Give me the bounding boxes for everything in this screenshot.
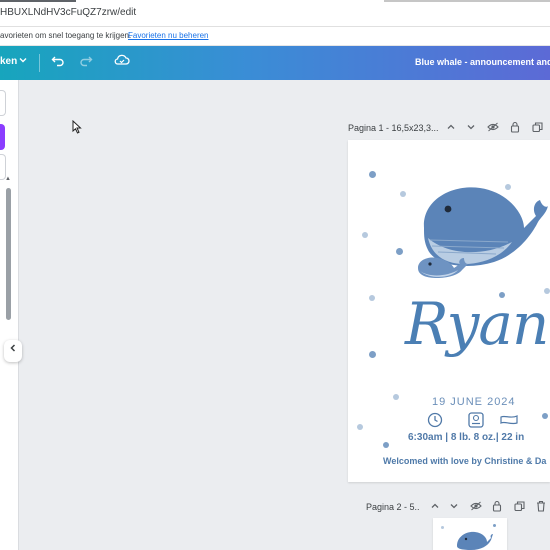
editor-topbar: ken Blue whale - announcement and bbox=[0, 46, 550, 80]
page-2-canvas[interactable] bbox=[433, 518, 507, 550]
url-text[interactable]: HBUXLNdHV3cFuQZ7zrw/edit bbox=[0, 7, 136, 18]
chevron-up-icon[interactable] bbox=[430, 501, 440, 515]
duplicate-icon[interactable] bbox=[532, 122, 543, 137]
panel-active-tool-button[interactable] bbox=[0, 124, 5, 150]
lock-icon[interactable] bbox=[492, 500, 502, 516]
decor-dot bbox=[369, 171, 376, 178]
duplicate-icon[interactable] bbox=[514, 501, 525, 516]
decor-dot bbox=[369, 295, 375, 301]
chevron-left-icon bbox=[10, 344, 16, 352]
mouse-pointer-icon bbox=[72, 119, 82, 139]
whale-illustration-small bbox=[457, 531, 493, 550]
page-2-title[interactable]: Pagina 2 - 5.. bbox=[366, 502, 420, 512]
manage-favorites-link[interactable]: Favorieten nu beheren bbox=[128, 31, 209, 40]
baby-name[interactable]: Ryan bbox=[405, 290, 549, 358]
decor-dot bbox=[542, 413, 548, 419]
welcome-message[interactable]: Welcomed with love by Christine & Da bbox=[383, 456, 546, 466]
decor-dot bbox=[369, 351, 376, 358]
decor-dot bbox=[400, 191, 406, 197]
decor-dot bbox=[441, 526, 444, 529]
eye-icon[interactable] bbox=[487, 122, 499, 136]
page-1-title[interactable]: Pagina 1 - 16,5x23,3... bbox=[348, 123, 439, 133]
decor-dot bbox=[357, 424, 363, 430]
favorites-bar: avorieten om snel toegang te krijgen. Fa… bbox=[0, 27, 550, 46]
tab-strip-edge bbox=[0, 0, 76, 2]
birth-date[interactable]: 19 JUNE 2024 bbox=[432, 396, 516, 408]
decor-dot bbox=[362, 232, 368, 238]
document-title[interactable]: Blue whale - announcement and bbox=[415, 57, 550, 67]
birth-stats[interactable]: 6:30am | 8 lb. 8 oz.| 22 in bbox=[408, 432, 524, 443]
decor-dot bbox=[493, 524, 496, 527]
file-menu-label[interactable]: ken bbox=[0, 56, 17, 67]
whale-illustration bbox=[418, 187, 548, 278]
panel-scrollbar[interactable] bbox=[6, 188, 11, 320]
trash-icon[interactable] bbox=[536, 500, 546, 516]
cloud-save-icon[interactable] bbox=[114, 53, 130, 72]
redo-icon[interactable] bbox=[79, 53, 93, 72]
chevron-up-icon[interactable] bbox=[446, 122, 456, 136]
chevron-down-icon[interactable] bbox=[449, 501, 459, 515]
collapse-panel-button[interactable] bbox=[4, 340, 22, 362]
toolbar-divider bbox=[39, 54, 40, 72]
clock-icon bbox=[427, 412, 443, 428]
tab-strip-edge-right bbox=[384, 0, 550, 2]
decor-dot bbox=[393, 394, 399, 400]
lock-icon[interactable] bbox=[510, 121, 520, 137]
decor-dot bbox=[383, 442, 389, 448]
measuring-tape-icon bbox=[500, 415, 518, 425]
page-1-canvas[interactable]: Ryan 19 JUNE 2024 6:30am | 8 lb. 8 oz.| … bbox=[348, 140, 550, 482]
favorites-hint: avorieten om snel toegang te krijgen. bbox=[0, 31, 132, 40]
chevron-down-icon[interactable] bbox=[18, 55, 28, 68]
decor-dot bbox=[396, 248, 403, 255]
left-side-panel: ▲ bbox=[0, 80, 19, 550]
chevron-down-icon[interactable] bbox=[466, 122, 476, 136]
browser-address-bar[interactable]: HBUXLNdHV3cFuQZ7zrw/edit bbox=[0, 0, 550, 27]
scroll-up-arrow-icon[interactable]: ▲ bbox=[5, 176, 11, 182]
panel-tool-button[interactable] bbox=[0, 90, 6, 116]
scale-icon bbox=[468, 412, 484, 428]
undo-icon[interactable] bbox=[51, 53, 65, 72]
eye-icon[interactable] bbox=[470, 501, 482, 515]
